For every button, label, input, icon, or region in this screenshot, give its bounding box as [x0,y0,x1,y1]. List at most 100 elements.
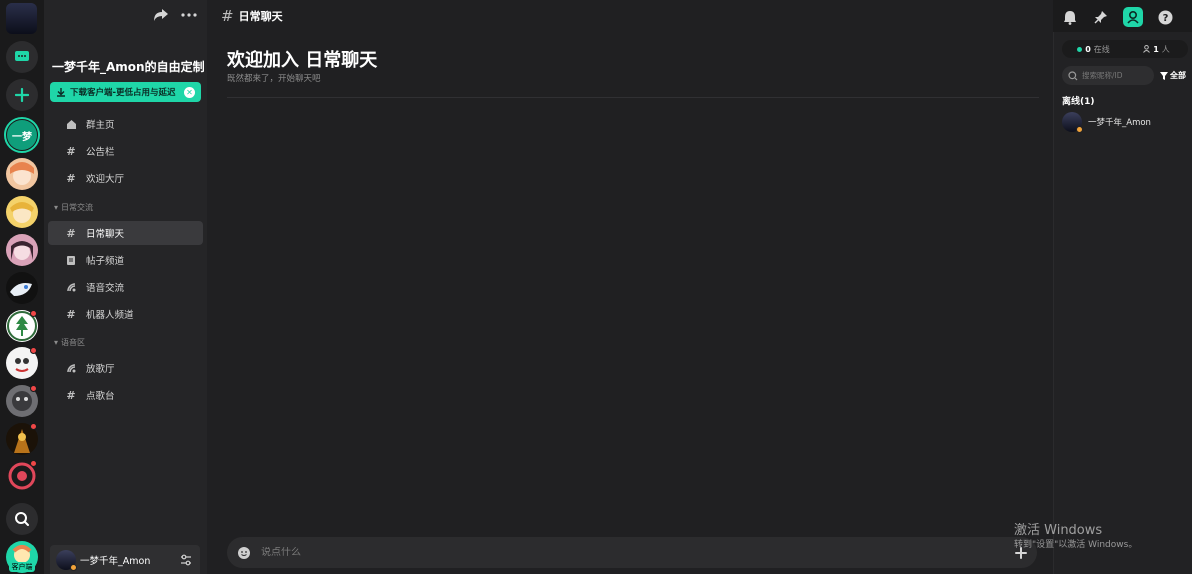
server-rail: 一梦 客户端 [0,0,44,574]
pin-button[interactable] [1092,8,1110,26]
server-yimeng[interactable]: 一梦 [7,120,37,150]
channel-posts[interactable]: 帖子频道 [48,248,203,272]
close-icon[interactable]: ✕ [184,86,195,98]
channel-label: 放歌厅 [86,364,115,375]
windows-activation-hint: 转到"设置"以激活 Windows。 [1014,540,1138,550]
unread-dot [30,423,37,430]
unread-dot [30,310,37,317]
members-icon [1127,10,1139,24]
windows-activation-watermark: 激活 Windows [1014,523,1103,538]
filter-label: 全部 [1170,71,1186,80]
online-tab[interactable]: 0 在线 [1062,44,1125,55]
status-indicator [1076,126,1083,133]
server-avatar-2[interactable] [6,196,38,228]
unread-dot [30,347,37,354]
channel-header: # 日常聊天 [207,0,1192,32]
channel-label: 点歌台 [86,391,115,402]
chevron-down-icon: ▾ [54,338,59,347]
server-avatar-1[interactable] [6,158,38,190]
notification-button[interactable] [1061,8,1079,26]
unread-dot [30,385,37,392]
help-button[interactable]: ? [1156,8,1174,26]
download-client-banner[interactable]: 下载客户端-更低占用与延迟 ✕ [50,82,201,102]
channel-voice-chat[interactable]: 语音交流 [48,275,203,299]
unread-dot [30,460,37,467]
discover-button[interactable] [6,503,38,535]
svg-text:?: ? [1162,13,1168,24]
hash-icon: # [66,144,76,158]
message-input[interactable] [261,547,1015,558]
help-icon: ? [1158,10,1172,24]
server-avatar-4[interactable] [6,272,38,304]
channel-music-hall[interactable]: 放歌厅 [48,356,203,380]
channel-announcements[interactable]: # 公告栏 [48,139,203,163]
direct-messages-button[interactable] [6,41,38,73]
channel-label: 日常聊天 [86,229,125,240]
member-item[interactable]: 一梦千年_Amon [1062,112,1151,133]
channel-label: 机器人频道 [86,310,134,321]
user-panel[interactable]: 一梦千年_Amon [50,545,200,574]
more-icon[interactable] [181,8,197,22]
person-icon [1143,45,1151,53]
hash-icon: # [221,7,234,25]
hash-icon: # [66,226,76,240]
welcome-title: 欢迎加入 日常聊天 [227,50,378,71]
avatar[interactable] [56,550,77,571]
share-icon[interactable] [153,8,169,22]
emoji-icon[interactable] [237,546,251,560]
member-group-offline: 离线(1) [1062,97,1095,107]
channel-song-request[interactable]: # 点歌台 [48,383,203,407]
category-label: 日常交流 [61,203,94,212]
bell-icon [1064,10,1076,25]
home-icon [65,118,77,130]
server-icon-top[interactable] [6,3,37,34]
member-list-toggle[interactable] [1123,7,1143,27]
add-server-button[interactable] [6,79,38,111]
channel-label: 群主页 [86,120,115,131]
post-icon [65,254,77,266]
search-icon [1068,70,1078,80]
category-voice[interactable]: ▾ 语音区 [54,337,85,348]
server-name: 一梦千年_Amon的自由定制 [52,60,205,74]
member-filter-button[interactable]: 全部 [1160,70,1186,81]
pin-icon [1094,11,1107,24]
channel-daily-chat[interactable]: # 日常聊天 [48,221,203,245]
channel-welcome-hall[interactable]: # 欢迎大厅 [48,166,203,190]
channel-home[interactable]: 群主页 [48,112,203,136]
member-search-input[interactable] [1082,71,1148,80]
total-count: 1 [1153,44,1159,54]
member-stats: 0 在线 1 人 [1062,40,1188,58]
plus-icon [15,88,29,102]
online-label: 在线 [1093,44,1110,54]
member-panel: 0 在线 1 人 全部 离线(1) 一梦千年_Amon [1053,32,1192,574]
member-name: 一梦千年_Amon [1088,118,1151,128]
search-icon [15,512,29,526]
message-icon [15,51,29,61]
message-composer [227,537,1037,568]
chat-main: # 日常聊天 欢迎加入 日常聊天 既然都来了，开始聊天吧 [207,0,1053,574]
download-icon [57,88,65,97]
category-daily[interactable]: ▾ 日常交流 [54,202,93,213]
server-avatar-3[interactable] [6,234,38,266]
channel-label: 帖子频道 [86,256,125,267]
settings-sliders-icon[interactable] [180,554,192,566]
download-banner-label: 下载客户端-更低占用与延迟 [70,88,176,98]
channel-label: 欢迎大厅 [86,174,125,185]
channel-bot[interactable]: # 机器人频道 [48,302,203,326]
chevron-down-icon: ▾ [54,203,59,212]
divider [227,97,1039,98]
filter-icon [1160,71,1168,80]
client-label: 客户端 [9,562,35,572]
user-name: 一梦千年_Amon [80,556,151,567]
avatar [1062,112,1083,133]
voice-icon [65,281,77,293]
welcome-subtitle: 既然都来了，开始聊天吧 [227,74,321,84]
channel-label: 语音交流 [86,283,125,294]
total-label: 人 [1161,44,1170,54]
online-count: 0 [1085,44,1091,54]
category-label: 语音区 [61,338,86,347]
hash-icon: # [66,388,76,402]
hash-icon: # [66,307,76,321]
total-tab[interactable]: 1 人 [1125,44,1188,55]
voice-icon [65,362,77,374]
